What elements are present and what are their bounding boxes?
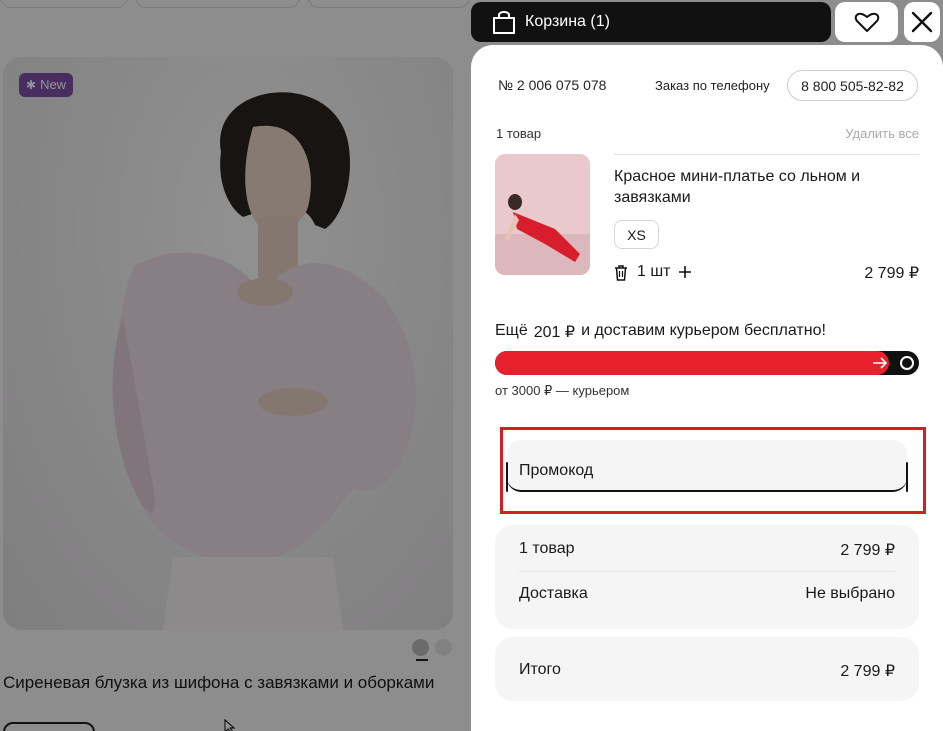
- close-button[interactable]: [904, 2, 940, 42]
- progress-fill: [495, 351, 890, 375]
- item-name[interactable]: Красное мини-платье со льном и завязками: [614, 166, 884, 208]
- item-thumbnail[interactable]: [495, 154, 590, 275]
- phone-order-label: Заказ по телефону: [655, 78, 770, 93]
- cart-tab[interactable]: Корзина (1): [471, 2, 831, 42]
- delete-all-link[interactable]: Удалить все: [800, 126, 919, 141]
- favorites-button[interactable]: [835, 2, 898, 42]
- phone-number-button[interactable]: 8 800 505-82-82: [787, 70, 918, 101]
- heart-icon: [854, 12, 879, 32]
- plus-icon[interactable]: [678, 265, 692, 279]
- arrow-right-icon: [873, 357, 888, 369]
- free-delivery-suffix: и доставим курьером бесплатно!: [581, 322, 826, 339]
- free-delivery-amount: 201 ₽: [533, 324, 576, 341]
- free-delivery-message: Ещё 201 ₽ и доставим курьером бесплатно!: [495, 322, 826, 342]
- shopping-bag-icon: [493, 11, 515, 34]
- progress-target-icon: [900, 356, 914, 370]
- items-count: 1 товар: [496, 126, 542, 141]
- divider: [614, 154, 919, 155]
- summary-items-label: 1 товар: [519, 540, 575, 557]
- delivery-hint: от 3000 ₽ — курьером: [495, 383, 630, 398]
- summary-delivery-label: Доставка: [519, 585, 588, 602]
- summary-delivery-value: Не выбрано: [805, 585, 895, 602]
- free-delivery-prefix: Ещё: [495, 322, 528, 339]
- size-chip[interactable]: XS: [614, 220, 659, 249]
- promo-code-input[interactable]: [519, 462, 819, 480]
- free-delivery-progress: [495, 351, 919, 375]
- trash-icon[interactable]: [614, 265, 628, 281]
- cart-tab-label: Корзина (1): [525, 13, 610, 30]
- order-number: № 2 006 075 078: [498, 77, 607, 93]
- divider: [519, 571, 895, 572]
- item-price: 2 799 ₽: [864, 265, 919, 282]
- total-label: Итого: [519, 661, 561, 678]
- close-icon: [911, 11, 933, 33]
- item-quantity: 1 шт: [637, 263, 671, 280]
- total-value: 2 799 ₽: [840, 663, 895, 680]
- summary-items-value: 2 799 ₽: [840, 542, 895, 559]
